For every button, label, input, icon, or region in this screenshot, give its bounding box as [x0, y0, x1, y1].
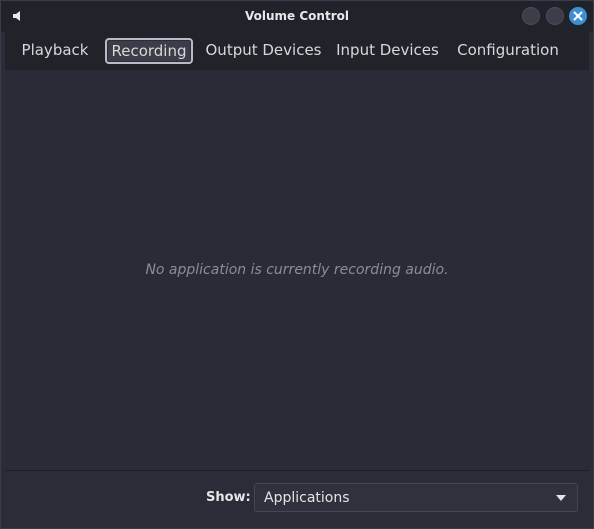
show-label: Show: — [206, 490, 251, 505]
volume-control-window: Volume Control Playback Recording Output… — [0, 0, 594, 529]
footer-divider — [5, 470, 589, 471]
window-title: Volume Control — [245, 9, 349, 23]
show-filter-value: Applications — [264, 490, 350, 506]
title-bar[interactable]: Volume Control — [1, 1, 593, 32]
tab-configuration[interactable]: Configuration — [454, 38, 562, 64]
tab-bar: Playback Recording Output Devices Input … — [5, 32, 589, 70]
minimize-button[interactable] — [522, 7, 540, 25]
empty-state-message: No application is currently recording au… — [145, 262, 449, 278]
show-filter-dropdown[interactable]: Applications — [254, 483, 578, 512]
maximize-button[interactable] — [546, 7, 564, 25]
tab-recording[interactable]: Recording — [105, 38, 193, 64]
tab-input-devices[interactable]: Input Devices — [335, 38, 440, 64]
tab-playback[interactable]: Playback — [16, 38, 94, 64]
chevron-down-icon — [556, 495, 566, 501]
close-icon — [573, 11, 583, 21]
recording-panel: No application is currently recording au… — [5, 70, 589, 470]
close-button[interactable] — [569, 7, 587, 25]
tab-output-devices[interactable]: Output Devices — [205, 38, 322, 64]
